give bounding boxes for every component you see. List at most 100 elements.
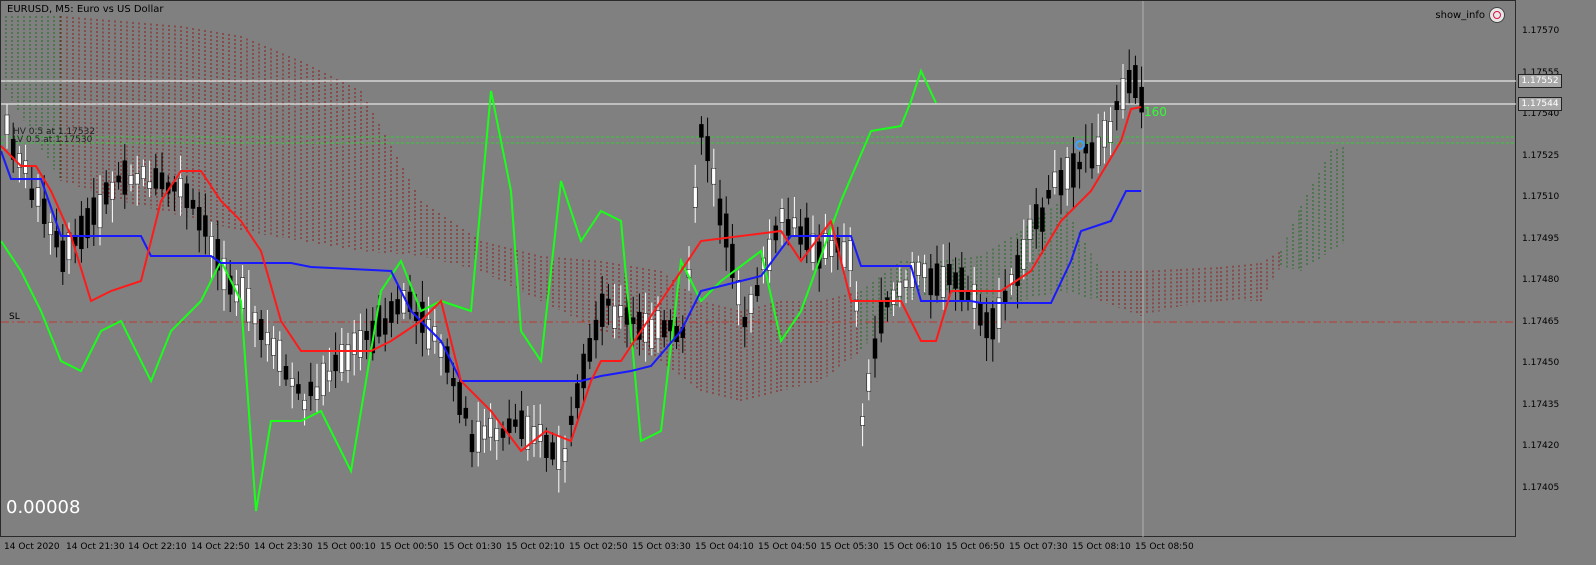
time-axis[interactable]: 14 Oct 2020 14 Oct 21:30 14 Oct 22:10 14 Oc…: [0, 537, 1596, 565]
show-info-button[interactable]: show_info: [1435, 7, 1505, 23]
candle-body: [779, 208, 785, 223]
candle-body: [1126, 69, 1132, 94]
candle-body: [364, 330, 369, 340]
candle-body: [773, 225, 779, 241]
ichimoku-cloud: [5, 16, 1344, 401]
candle-body: [209, 236, 214, 257]
price-chart[interactable]: [1, 1, 1517, 538]
candle-body: [723, 213, 729, 248]
candle-body: [736, 280, 741, 306]
ask-price-badge: 1.17544: [1518, 97, 1562, 111]
candle-body: [457, 381, 462, 415]
candle-body: [1027, 218, 1033, 240]
show-info-icon[interactable]: [1489, 7, 1505, 23]
candle-body: [302, 399, 307, 411]
candle-body: [41, 198, 47, 224]
time-tick-label: 15 Oct 04:10: [695, 542, 754, 552]
candle-body: [649, 319, 655, 349]
candle-body: [122, 160, 128, 195]
candle-body: [178, 178, 183, 198]
candle-body: [60, 240, 66, 272]
candle-body: [451, 378, 456, 387]
candle-body: [655, 310, 661, 340]
time-tick-label: 15 Oct 04:50: [758, 542, 817, 552]
candle-body: [246, 288, 252, 323]
candle-body: [29, 188, 35, 200]
candle-body: [593, 319, 599, 341]
candle-body: [568, 415, 574, 425]
candle-body: [792, 217, 797, 229]
candle-body: [959, 267, 965, 301]
candle-body: [878, 300, 884, 334]
candle-body: [4, 114, 10, 135]
candle-body: [271, 338, 276, 356]
candle-body: [1002, 290, 1008, 304]
candle-body: [382, 318, 388, 335]
candle-body: [35, 187, 41, 207]
candle-body: [847, 240, 853, 272]
candle-body: [903, 279, 909, 288]
show-info-label: show_info: [1435, 9, 1485, 21]
chart-title: EURUSD, M5: Euro vs US Dollar: [7, 4, 164, 15]
candle-body: [339, 344, 345, 373]
candle-body: [134, 173, 140, 185]
chart-window[interactable]: EURUSD, M5: Euro vs US Dollar show_info …: [0, 0, 1596, 565]
time-tick-label: 15 Oct 02:10: [506, 542, 565, 552]
candle-body: [308, 381, 314, 397]
candle-body: [891, 289, 896, 305]
price-tick-label: 1.17450: [1522, 358, 1560, 368]
candle-body: [711, 167, 717, 185]
candle-body: [91, 197, 97, 225]
candles: [4, 49, 1144, 493]
candle-body: [314, 386, 320, 400]
price-tick-label: 1.17405: [1522, 482, 1560, 493]
price-axis[interactable]: 1.17570 1.17555 1.17540 1.17525 1.17510 1.174…: [1516, 0, 1596, 537]
indicator-badge: 160: [1144, 105, 1167, 119]
spread-value: 0.00008: [6, 497, 81, 518]
price-tick-label: 1.17420: [1522, 441, 1560, 451]
candle-body: [940, 266, 946, 298]
price-tick-label: 1.17570: [1522, 26, 1560, 36]
price-tick-label: 1.17465: [1522, 316, 1560, 327]
price-tick-label: 1.17480: [1522, 275, 1560, 285]
candle-body: [1114, 101, 1120, 111]
candle-body: [630, 317, 636, 324]
candle-body: [141, 166, 146, 179]
time-tick-label: 14 Oct 23:30: [254, 542, 313, 552]
candle-body: [984, 312, 989, 339]
time-tick-label: 15 Oct 06:50: [946, 542, 1005, 552]
candle-body: [1033, 204, 1039, 230]
candle-body: [1052, 171, 1058, 188]
candle-body: [618, 305, 624, 317]
candle-body: [860, 416, 865, 426]
candle-body: [48, 221, 53, 236]
candle-body: [265, 332, 270, 346]
candle-body: [971, 283, 977, 309]
candle-body: [79, 215, 84, 250]
candle-body: [556, 435, 562, 470]
plot-area[interactable]: EURUSD, M5: Euro vs US Dollar show_info …: [0, 0, 1517, 538]
candle-body: [320, 362, 326, 396]
candle-body: [1133, 65, 1138, 98]
candle-body: [103, 182, 109, 205]
candle-body: [506, 418, 512, 433]
candle-body: [482, 425, 487, 440]
candle-body: [916, 261, 921, 276]
candle-body: [128, 175, 134, 186]
candle-body: [1102, 120, 1107, 148]
time-tick-label: 14 Oct 22:10: [128, 542, 187, 552]
candle-body: [1071, 153, 1076, 188]
time-tick-label: 15 Oct 00:50: [380, 542, 439, 552]
candle-body: [1040, 207, 1045, 232]
candle-body: [463, 407, 469, 419]
candle-body: [283, 366, 289, 380]
candle-body: [110, 181, 115, 200]
candle-body: [395, 299, 400, 315]
candle-body: [754, 285, 760, 297]
price-tick-label: 1.17435: [1522, 399, 1560, 410]
candle-body: [519, 410, 524, 440]
candle-body: [1058, 170, 1064, 196]
candle-body: [258, 319, 264, 341]
candle-body: [587, 338, 593, 362]
time-tick-label: 15 Oct 00:10: [317, 542, 376, 552]
